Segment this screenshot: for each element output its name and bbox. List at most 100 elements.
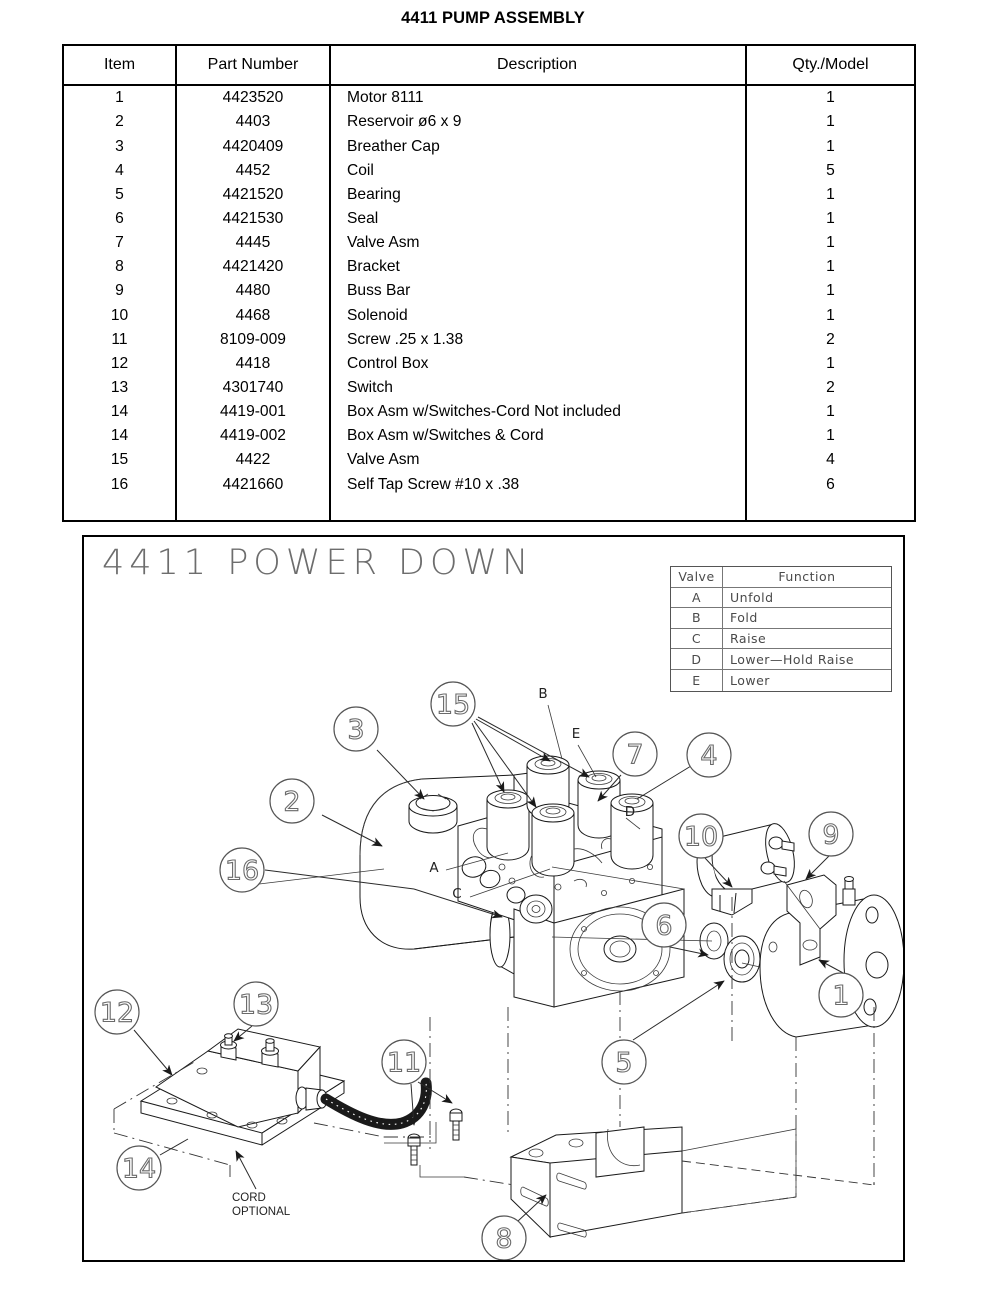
table-row: 11 8109-009 Screw .25 x 1.38 2	[64, 327, 914, 351]
balloon-number: 15	[436, 690, 470, 721]
part-number-cell: 4421520	[222, 185, 284, 203]
description-cell: Box Asm w/Switches & Cord	[347, 427, 544, 445]
buss-bar-bracket	[786, 874, 837, 966]
bearing-and-seal	[699, 922, 761, 983]
catalog-page: 4411 PUMP ASSEMBLY Item Part Number Desc…	[0, 0, 986, 1300]
table-row: 14 4419-001 Box Asm w/Switches-Cord Not in…	[64, 400, 914, 424]
part-number-cell: 4468	[235, 306, 271, 324]
table-row: 3 4420409 Breather Cap 1	[64, 134, 914, 158]
valve-marker-d: D	[625, 804, 635, 820]
description-cell: Box Asm w/Switches-Cord Not included	[347, 403, 621, 421]
parts-table-header-row: Item Part Number Description Qty./Model	[64, 46, 914, 86]
qty-cell: 1	[826, 306, 835, 324]
item-cell: 11	[111, 330, 128, 348]
mounting-bracket	[509, 1126, 683, 1239]
callout-balloon-15: 15	[430, 681, 476, 727]
description-cell: Motor 8111	[347, 89, 424, 107]
table-row: 13 4301740 Switch 2	[64, 376, 914, 400]
qty-cell: 6	[826, 475, 835, 493]
table-row: 7 4445 Valve Asm 1	[64, 231, 914, 255]
column-header-part-number: Part Number	[207, 56, 299, 73]
item-cell: 1	[115, 89, 124, 107]
item-cell: 9	[115, 282, 124, 300]
item-cell: 15	[110, 451, 129, 469]
item-cell: 2	[115, 113, 124, 131]
part-number-cell: 4452	[235, 161, 271, 179]
description-cell: Coil	[347, 161, 374, 179]
screw-left	[407, 1133, 421, 1166]
part-number-cell: 4419-001	[220, 403, 286, 421]
balloon-number: 12	[100, 998, 134, 1029]
qty-cell: 4	[826, 451, 835, 469]
callout-balloon-1: 1	[818, 972, 864, 1018]
exploded-view-drawing: 4411 POWER DOWN Valve Function A Unfold B F…	[82, 535, 905, 1262]
item-cell: 6	[115, 209, 124, 227]
balloon-number: 2	[283, 787, 300, 818]
callout-balloon-2: 2	[269, 778, 315, 824]
description-cell: Self Tap Screw #10 x .38	[347, 475, 520, 493]
balloon-number: 11	[387, 1048, 421, 1079]
balloon-number: 8	[495, 1224, 512, 1255]
balloon-number: 10	[684, 822, 718, 853]
balloon-number: 14	[122, 1154, 156, 1185]
qty-cell: 1	[826, 89, 835, 107]
item-cell: 4	[115, 161, 124, 179]
coil-a	[486, 789, 530, 861]
screw-right	[449, 1108, 463, 1141]
balloon-number: 9	[822, 820, 839, 851]
qty-cell: 1	[826, 185, 835, 203]
callout-balloon-14: 14	[116, 1145, 162, 1191]
description-cell: Valve Asm	[347, 451, 420, 469]
callout-balloon-3: 3	[333, 706, 379, 752]
valve-marker-b: B	[538, 686, 547, 702]
description-cell: Valve Asm	[347, 234, 420, 252]
callout-balloon-6: 6	[641, 902, 687, 948]
page-title: 4411 PUMP ASSEMBLY	[401, 9, 585, 27]
table-row: 5 4421520 Bearing 1	[64, 183, 914, 207]
part-number-cell: 4420409	[222, 137, 284, 155]
column-header-qty-model: Qty./Model	[792, 56, 869, 73]
part-number-cell: 4301740	[222, 378, 284, 396]
coil-c	[531, 803, 575, 877]
item-cell: 10	[110, 306, 129, 324]
table-row: 16 4421660 Self Tap Screw #10 x .38 6	[64, 472, 914, 496]
callout-balloon-5: 5	[601, 1039, 647, 1085]
callout-balloon-16: 16	[219, 847, 265, 893]
part-number-cell: 4419-002	[220, 427, 286, 445]
callout-balloon-9: 9	[808, 811, 854, 857]
description-cell: Seal	[347, 209, 379, 227]
description-cell: Screw .25 x 1.38	[347, 330, 464, 348]
table-row: 15 4422 Valve Asm 4	[64, 448, 914, 472]
breather-cap	[408, 793, 458, 834]
table-row: 1 4423520 Motor 8111 1	[64, 86, 914, 110]
part-number-cell: 8109-009	[220, 330, 286, 348]
valve-marker-a: A	[429, 860, 439, 876]
item-cell: 7	[115, 234, 124, 252]
balloon-number: 16	[225, 856, 259, 887]
balloon-number: 4	[700, 741, 717, 772]
item-cell: 13	[110, 378, 129, 396]
table-row: 14 4419-002 Box Asm w/Switches & Cord 1	[64, 424, 914, 448]
note-line-2: OPTIONAL	[232, 1206, 291, 1218]
part-number-cell: 4421420	[222, 258, 284, 276]
part-number-cell: 4421660	[222, 475, 284, 493]
qty-cell: 1	[826, 137, 835, 155]
parts-table: Item Part Number Description Qty./Model …	[62, 44, 916, 522]
description-cell: Control Box	[347, 354, 429, 372]
qty-cell: 1	[826, 258, 835, 276]
callout-balloon-7: 7	[612, 731, 658, 777]
item-cell: 12	[110, 354, 129, 372]
qty-cell: 1	[826, 403, 835, 421]
table-row: 12 4418 Control Box 1	[64, 352, 914, 376]
qty-cell: 1	[826, 209, 835, 227]
item-cell: 14	[110, 427, 129, 445]
callout-balloon-12: 12	[94, 989, 140, 1035]
part-number-cell: 4445	[235, 234, 271, 252]
part-number-cell: 4418	[235, 354, 271, 372]
callout-balloon-8: 8	[481, 1215, 527, 1260]
description-cell: Breather Cap	[347, 137, 440, 155]
part-number-cell: 4403	[235, 113, 271, 131]
description-cell: Solenoid	[347, 306, 408, 324]
column-header-item: Item	[103, 56, 136, 73]
callout-balloon-11: 11	[381, 1039, 427, 1085]
